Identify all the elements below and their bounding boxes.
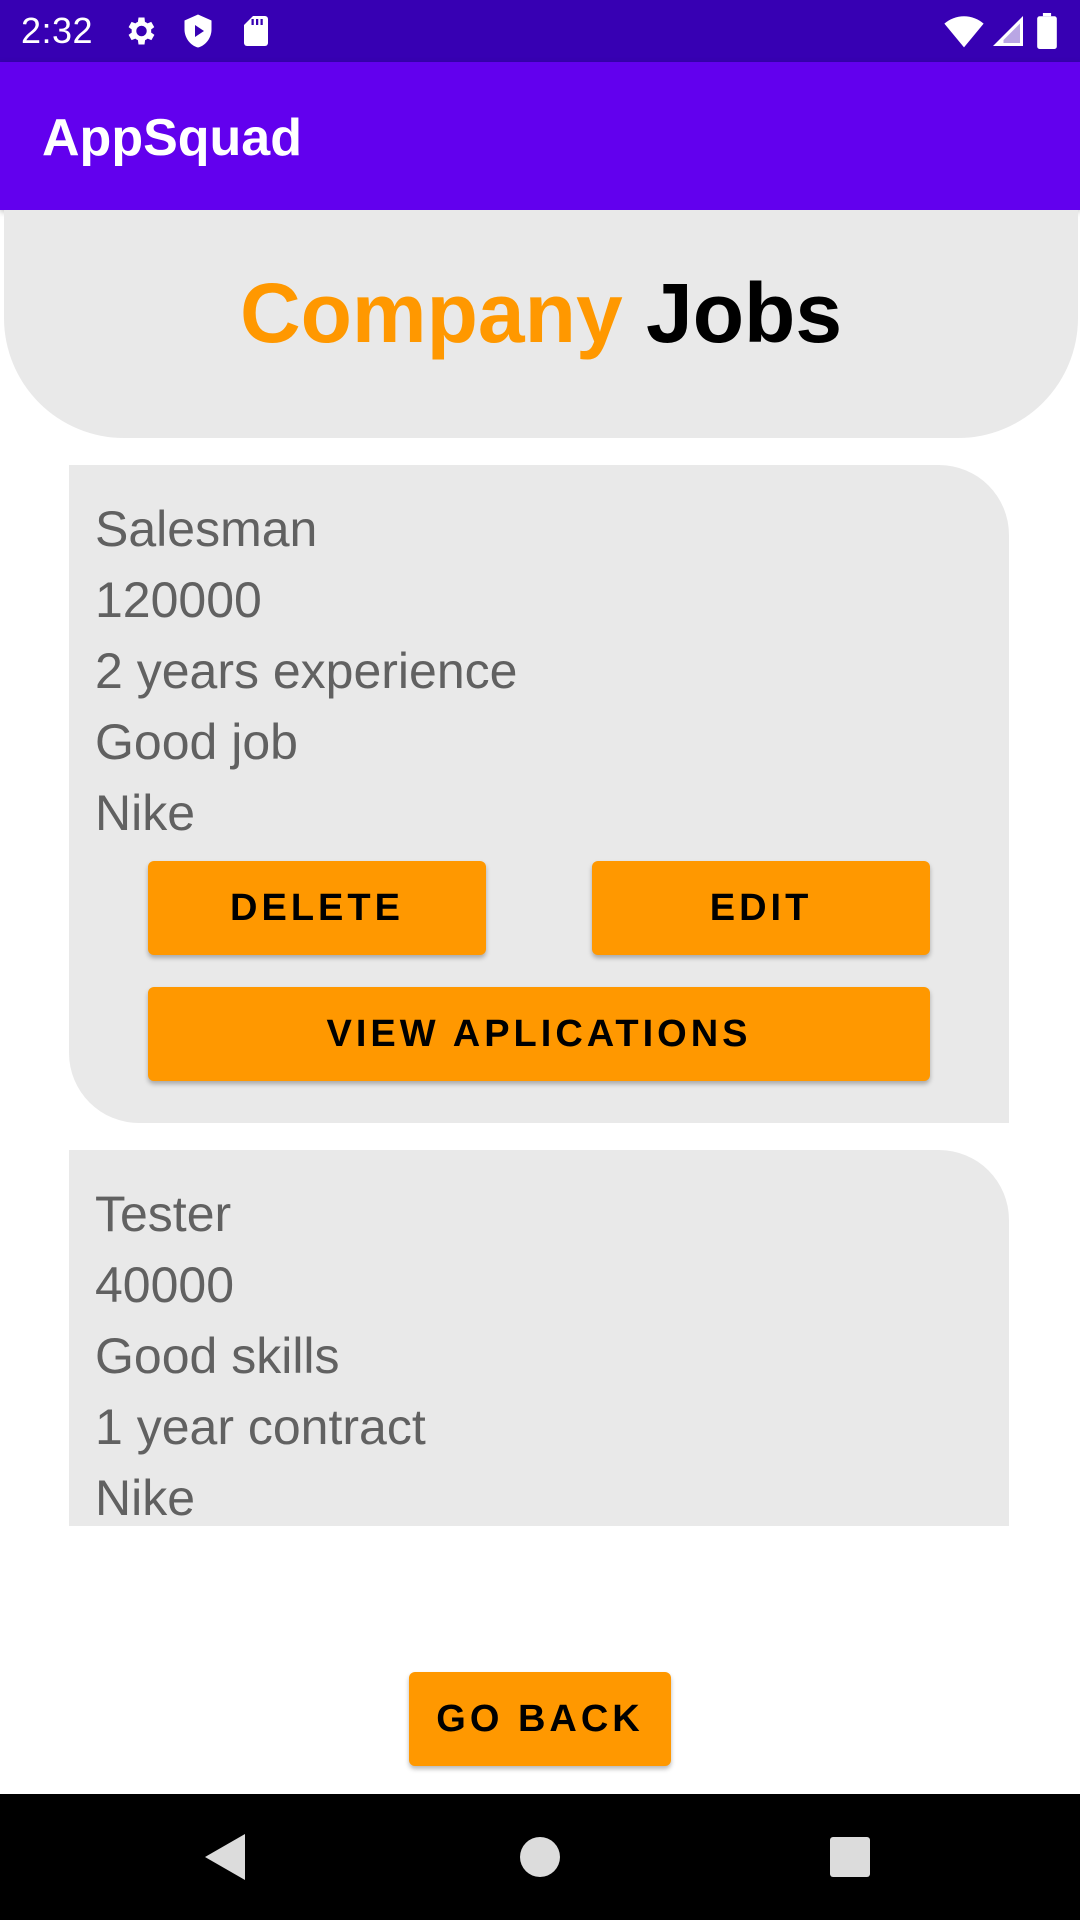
job-salary: 40000 bbox=[95, 1257, 235, 1313]
back-triangle-icon[interactable] bbox=[196, 1827, 256, 1887]
page-title: Company Jobs bbox=[4, 258, 1078, 368]
signal-icon bbox=[990, 13, 1026, 49]
title-word-jobs: Jobs bbox=[646, 266, 843, 360]
edit-button[interactable]: EDIT bbox=[592, 861, 930, 955]
job-description: Good skills bbox=[95, 1328, 340, 1384]
title-word-company: Company bbox=[239, 266, 623, 360]
job-description: Good job bbox=[95, 714, 298, 770]
app-bar: AppSquad bbox=[0, 62, 1080, 210]
gear-icon bbox=[122, 13, 158, 49]
shield-play-icon bbox=[180, 13, 216, 49]
job-experience: 2 years experience bbox=[95, 643, 518, 699]
battery-icon bbox=[1036, 13, 1060, 49]
wifi-icon bbox=[944, 13, 984, 49]
job-card: Tester 40000 Good skills 1 year contract… bbox=[69, 1150, 1009, 1526]
job-company: Nike bbox=[95, 785, 196, 841]
app-title: AppSquad bbox=[42, 109, 302, 167]
job-company: Nike bbox=[95, 1470, 196, 1526]
navigation-bar bbox=[0, 1794, 1080, 1920]
home-circle-icon[interactable] bbox=[510, 1827, 570, 1887]
status-bar: 2:32 bbox=[0, 0, 1080, 62]
delete-button[interactable]: DELETE bbox=[148, 861, 486, 955]
job-title: Tester bbox=[95, 1186, 232, 1242]
view-applications-button[interactable]: VIEW APLICATIONS bbox=[148, 987, 930, 1081]
job-card: Salesman 120000 2 years experience Good … bbox=[69, 465, 1009, 1123]
header-card: Company Jobs bbox=[4, 210, 1078, 438]
job-title: Salesman bbox=[95, 501, 318, 557]
go-back-button[interactable]: GO BACK bbox=[409, 1672, 671, 1766]
status-time: 2:32 bbox=[21, 10, 94, 51]
sd-card-icon bbox=[238, 13, 274, 49]
recents-square-icon[interactable] bbox=[820, 1827, 880, 1887]
job-contract: 1 year contract bbox=[95, 1399, 426, 1455]
job-salary: 120000 bbox=[95, 572, 262, 628]
